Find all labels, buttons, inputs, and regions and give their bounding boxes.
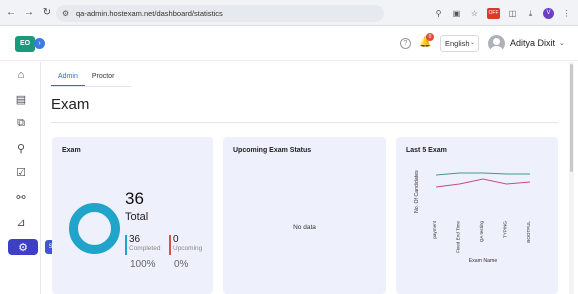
total-label: Total bbox=[125, 211, 149, 223]
upcoming-stat: 0 Upcoming bbox=[169, 234, 203, 255]
language-value: English bbox=[445, 39, 470, 48]
site-settings-icon[interactable]: ⚙ bbox=[62, 9, 71, 18]
card-title: Exam bbox=[62, 147, 81, 154]
empty-state-text: No data bbox=[293, 224, 316, 231]
upcoming-status-card: Upcoming Exam Status No data bbox=[223, 137, 386, 294]
copy-icon[interactable]: ⧉ bbox=[10, 114, 32, 132]
exam-summary-card: Exam 36 Total 36 Completed 0 Upcoming 10… bbox=[52, 137, 213, 294]
completed-percent: 100% bbox=[130, 259, 156, 270]
y-axis-label: No. Of Candidates bbox=[414, 170, 420, 213]
chevron-down-icon: ⌄ bbox=[469, 40, 475, 46]
menu-dots-icon[interactable]: ⋮ bbox=[561, 8, 572, 19]
completed-stat: 36 Completed bbox=[125, 234, 161, 255]
user-name[interactable]: Aditya Dixit bbox=[510, 38, 555, 48]
upcoming-label: Upcoming bbox=[173, 245, 203, 252]
tab-bar: Admin Proctor bbox=[51, 69, 121, 86]
page-title: Exam bbox=[51, 96, 90, 113]
x-tick-label: payment bbox=[432, 220, 437, 238]
user-menu-chevron-icon[interactable]: ⌄ bbox=[559, 39, 565, 47]
help-icon[interactable]: ? bbox=[400, 38, 411, 49]
settings-icon[interactable]: ⚙ bbox=[8, 239, 38, 255]
last-five-exam-card: Last 5 Exam payment Fixed End Time QA test… bbox=[396, 137, 558, 294]
x-tick-label: BOOTFUL bbox=[526, 221, 531, 243]
extension-badge[interactable]: OFF bbox=[487, 8, 500, 19]
x-tick-label: QA testing bbox=[479, 221, 484, 243]
book-icon[interactable]: ▤ bbox=[10, 90, 32, 108]
tab-proctor[interactable]: Proctor bbox=[85, 69, 122, 86]
address-bar[interactable]: ⚙ qa-admin.hostexam.net/dashboard/statis… bbox=[56, 5, 384, 22]
forward-icon[interactable]: → bbox=[22, 6, 36, 20]
upcoming-percent: 0% bbox=[174, 259, 189, 270]
checkbox-icon[interactable]: ☑ bbox=[10, 163, 32, 181]
user-key-icon[interactable]: ⚲ bbox=[10, 139, 32, 157]
download-icon[interactable]: ⤓ bbox=[525, 8, 536, 19]
card-title: Upcoming Exam Status bbox=[233, 147, 312, 154]
series-line-1 bbox=[435, 172, 530, 176]
person-icon[interactable]: ⚯ bbox=[10, 188, 32, 206]
tabs-divider bbox=[51, 86, 131, 87]
puzzle-icon[interactable]: ◫ bbox=[507, 8, 518, 19]
completion-donut bbox=[69, 203, 120, 254]
home-icon[interactable]: ⌂ bbox=[10, 66, 32, 84]
series-line-2 bbox=[435, 178, 531, 188]
url-text: qa-admin.hostexam.net/dashboard/statisti… bbox=[76, 9, 223, 18]
language-select[interactable]: English ⌄ bbox=[440, 35, 479, 52]
star-icon[interactable]: ☆ bbox=[469, 8, 480, 19]
upcoming-value: 0 bbox=[173, 234, 179, 245]
total-count: 36 bbox=[125, 189, 144, 208]
browser-profile-avatar[interactable]: V bbox=[543, 8, 554, 19]
cast-icon[interactable]: ▣ bbox=[451, 8, 462, 19]
card-title: Last 5 Exam bbox=[406, 147, 447, 154]
title-divider bbox=[51, 122, 558, 123]
sidebar-toggle-icon[interactable]: › bbox=[34, 38, 45, 49]
sidebar: ⌂ ▤ ⧉ ⚲ ☑ ⚯ ⊿ ⚙ bbox=[0, 62, 41, 294]
back-icon[interactable]: ← bbox=[4, 6, 18, 20]
key-icon[interactable]: ⚲ bbox=[433, 8, 444, 19]
x-tick-label: Fixed End Time bbox=[456, 221, 461, 253]
x-axis-label: Exam Name bbox=[469, 258, 498, 264]
browser-toolbar: ← → ↻ ⚙ qa-admin.hostexam.net/dashboard/… bbox=[0, 0, 578, 26]
x-tick-label: TYPING bbox=[503, 221, 508, 239]
reload-icon[interactable]: ↻ bbox=[40, 6, 54, 20]
app-header: EO › ? 🔔 0 English ⌄ Aditya Dixit ⌄ bbox=[0, 27, 578, 61]
completed-value: 36 bbox=[129, 234, 141, 245]
notification-badge: 0 bbox=[426, 33, 434, 41]
logo: EO bbox=[15, 36, 35, 52]
line-chart: payment Fixed End Time QA testing TYPING BOO… bbox=[414, 170, 531, 264]
avatar[interactable] bbox=[488, 35, 505, 52]
chart-icon[interactable]: ⊿ bbox=[10, 213, 32, 231]
scrollbar[interactable] bbox=[569, 62, 574, 294]
completed-label: Completed bbox=[129, 245, 161, 252]
tab-admin[interactable]: Admin bbox=[51, 69, 85, 86]
